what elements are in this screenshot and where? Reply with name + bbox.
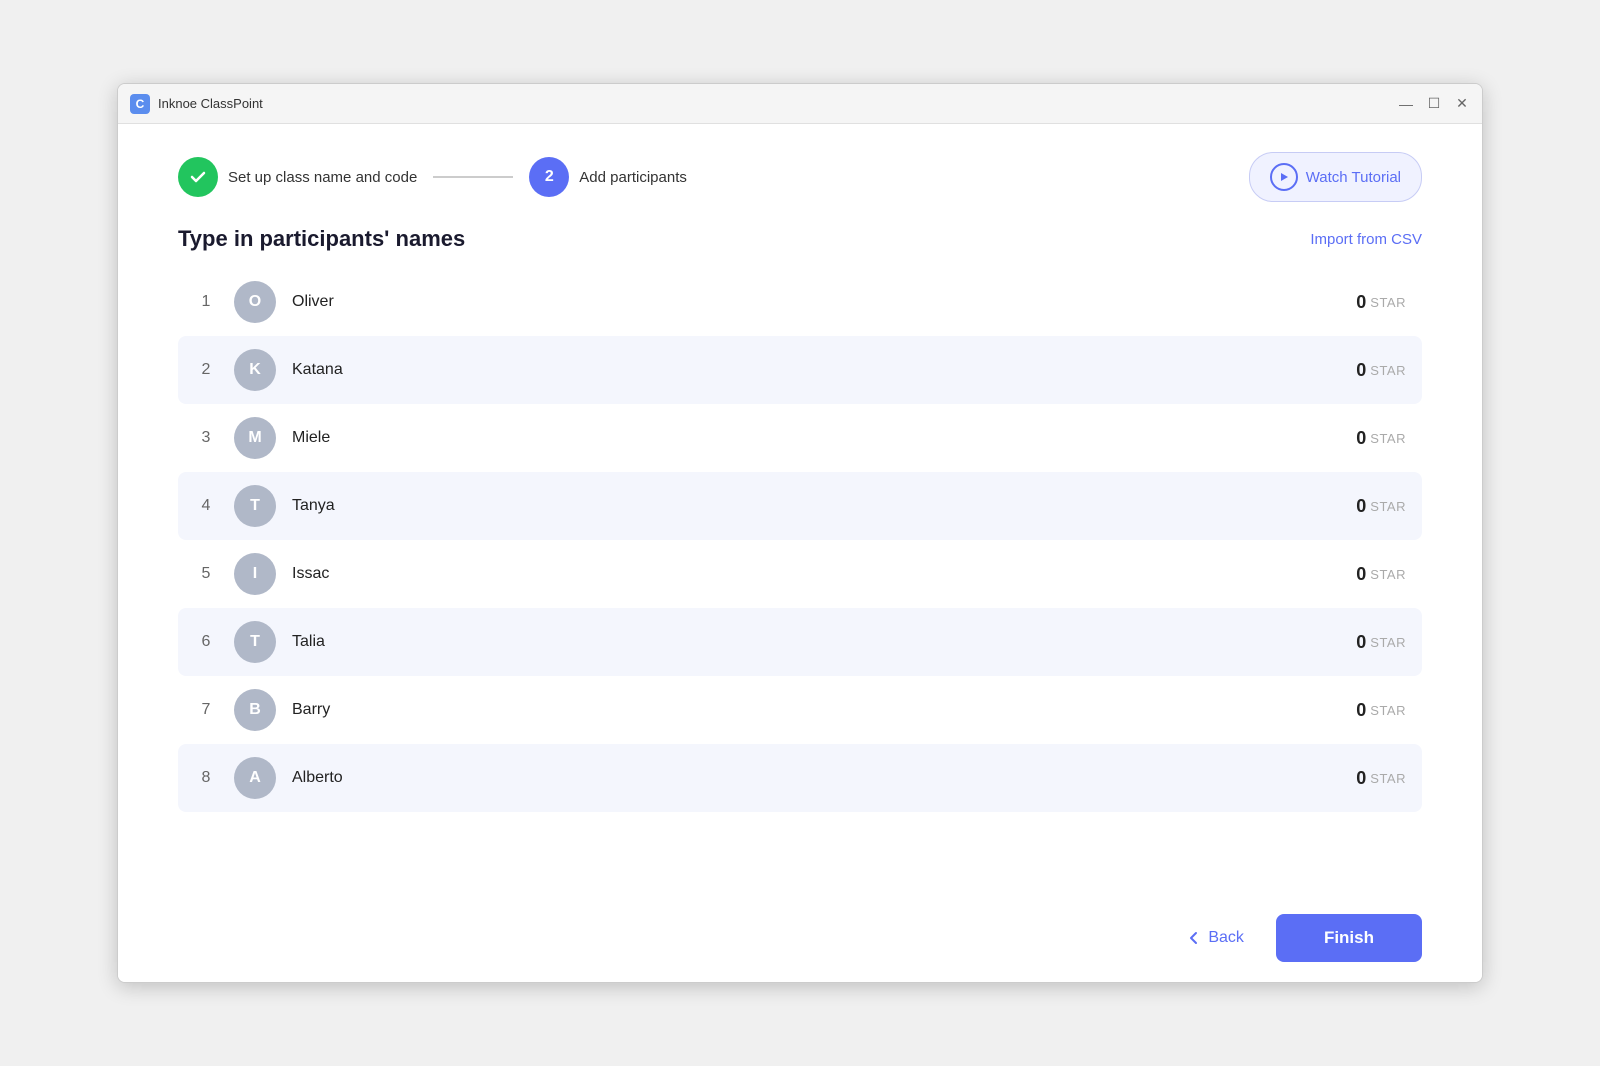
star-count: 0 bbox=[1356, 700, 1366, 721]
star-section: 0 STAR bbox=[1356, 564, 1406, 585]
table-row: 3 M Miele 0 STAR bbox=[178, 404, 1422, 472]
star-count: 0 bbox=[1356, 360, 1366, 381]
row-number: 2 bbox=[194, 361, 218, 379]
star-count: 0 bbox=[1356, 496, 1366, 517]
participant-name: Talia bbox=[292, 633, 1340, 651]
avatar: I bbox=[234, 553, 276, 595]
watch-tutorial-button[interactable]: Watch Tutorial bbox=[1249, 152, 1422, 202]
row-number: 6 bbox=[194, 633, 218, 651]
section-title: Type in participants' names bbox=[178, 226, 465, 252]
participant-name: Katana bbox=[292, 361, 1340, 379]
finish-button[interactable]: Finish bbox=[1276, 914, 1422, 962]
star-count: 0 bbox=[1356, 632, 1366, 653]
row-number: 5 bbox=[194, 565, 218, 583]
avatar: T bbox=[234, 485, 276, 527]
step-2-circle: 2 bbox=[529, 157, 569, 197]
participant-name: Alberto bbox=[292, 769, 1340, 787]
step-2-label: Add participants bbox=[579, 169, 687, 186]
star-count: 0 bbox=[1356, 564, 1366, 585]
back-label: Back bbox=[1208, 929, 1244, 947]
table-row: 1 O Oliver 0 STAR bbox=[178, 268, 1422, 336]
participants-area: Type in participants' names Import from … bbox=[118, 226, 1482, 894]
avatar: O bbox=[234, 281, 276, 323]
participant-name: Tanya bbox=[292, 497, 1340, 515]
section-header: Type in participants' names Import from … bbox=[178, 226, 1422, 252]
star-label: STAR bbox=[1370, 363, 1406, 378]
participants-list: 1 O Oliver 0 STAR 2 K Katana 0 STAR 3 M … bbox=[178, 268, 1422, 894]
participant-name: Miele bbox=[292, 429, 1340, 447]
participant-name: Oliver bbox=[292, 293, 1340, 311]
participant-name: Barry bbox=[292, 701, 1340, 719]
row-number: 7 bbox=[194, 701, 218, 719]
avatar: K bbox=[234, 349, 276, 391]
maximize-button[interactable]: ☐ bbox=[1426, 96, 1442, 112]
main-content: Set up class name and code 2 Add partici… bbox=[118, 124, 1482, 982]
import-csv-link[interactable]: Import from CSV bbox=[1310, 231, 1422, 248]
title-bar-controls: — ☐ ✕ bbox=[1398, 96, 1470, 112]
table-row: 7 B Barry 0 STAR bbox=[178, 676, 1422, 744]
table-row: 6 T Talia 0 STAR bbox=[178, 608, 1422, 676]
star-label: STAR bbox=[1370, 567, 1406, 582]
star-label: STAR bbox=[1370, 703, 1406, 718]
footer: Back Finish bbox=[118, 894, 1482, 982]
participant-name: Issac bbox=[292, 565, 1340, 583]
star-section: 0 STAR bbox=[1356, 632, 1406, 653]
row-number: 8 bbox=[194, 769, 218, 787]
watch-tutorial-label: Watch Tutorial bbox=[1306, 169, 1401, 186]
step-1-circle bbox=[178, 157, 218, 197]
stepper: Set up class name and code 2 Add partici… bbox=[178, 157, 687, 197]
table-row: 5 I Issac 0 STAR bbox=[178, 540, 1422, 608]
star-label: STAR bbox=[1370, 771, 1406, 786]
avatar: A bbox=[234, 757, 276, 799]
star-count: 0 bbox=[1356, 428, 1366, 449]
app-window: C Inknoe ClassPoint — ☐ ✕ Set up c bbox=[117, 83, 1483, 983]
step-2: 2 Add participants bbox=[529, 157, 687, 197]
star-section: 0 STAR bbox=[1356, 360, 1406, 381]
avatar: T bbox=[234, 621, 276, 663]
title-bar-left: C Inknoe ClassPoint bbox=[130, 94, 263, 114]
back-button[interactable]: Back bbox=[1170, 919, 1260, 957]
star-count: 0 bbox=[1356, 292, 1366, 313]
step-1-label: Set up class name and code bbox=[228, 169, 417, 186]
close-button[interactable]: ✕ bbox=[1454, 96, 1470, 112]
step-1: Set up class name and code bbox=[178, 157, 417, 197]
star-label: STAR bbox=[1370, 431, 1406, 446]
star-section: 0 STAR bbox=[1356, 496, 1406, 517]
star-section: 0 STAR bbox=[1356, 768, 1406, 789]
star-label: STAR bbox=[1370, 635, 1406, 650]
avatar: M bbox=[234, 417, 276, 459]
title-bar: C Inknoe ClassPoint — ☐ ✕ bbox=[118, 84, 1482, 124]
stepper-area: Set up class name and code 2 Add partici… bbox=[118, 124, 1482, 226]
star-label: STAR bbox=[1370, 295, 1406, 310]
table-row: 4 T Tanya 0 STAR bbox=[178, 472, 1422, 540]
table-row: 8 A Alberto 0 STAR bbox=[178, 744, 1422, 812]
table-row: 2 K Katana 0 STAR bbox=[178, 336, 1422, 404]
star-count: 0 bbox=[1356, 768, 1366, 789]
star-section: 0 STAR bbox=[1356, 292, 1406, 313]
row-number: 1 bbox=[194, 293, 218, 311]
star-section: 0 STAR bbox=[1356, 700, 1406, 721]
avatar: B bbox=[234, 689, 276, 731]
app-title: Inknoe ClassPoint bbox=[158, 96, 263, 111]
play-icon bbox=[1270, 163, 1298, 191]
row-number: 3 bbox=[194, 429, 218, 447]
star-section: 0 STAR bbox=[1356, 428, 1406, 449]
minimize-button[interactable]: — bbox=[1398, 96, 1414, 112]
step-connector bbox=[433, 176, 513, 178]
app-icon: C bbox=[130, 94, 150, 114]
row-number: 4 bbox=[194, 497, 218, 515]
star-label: STAR bbox=[1370, 499, 1406, 514]
